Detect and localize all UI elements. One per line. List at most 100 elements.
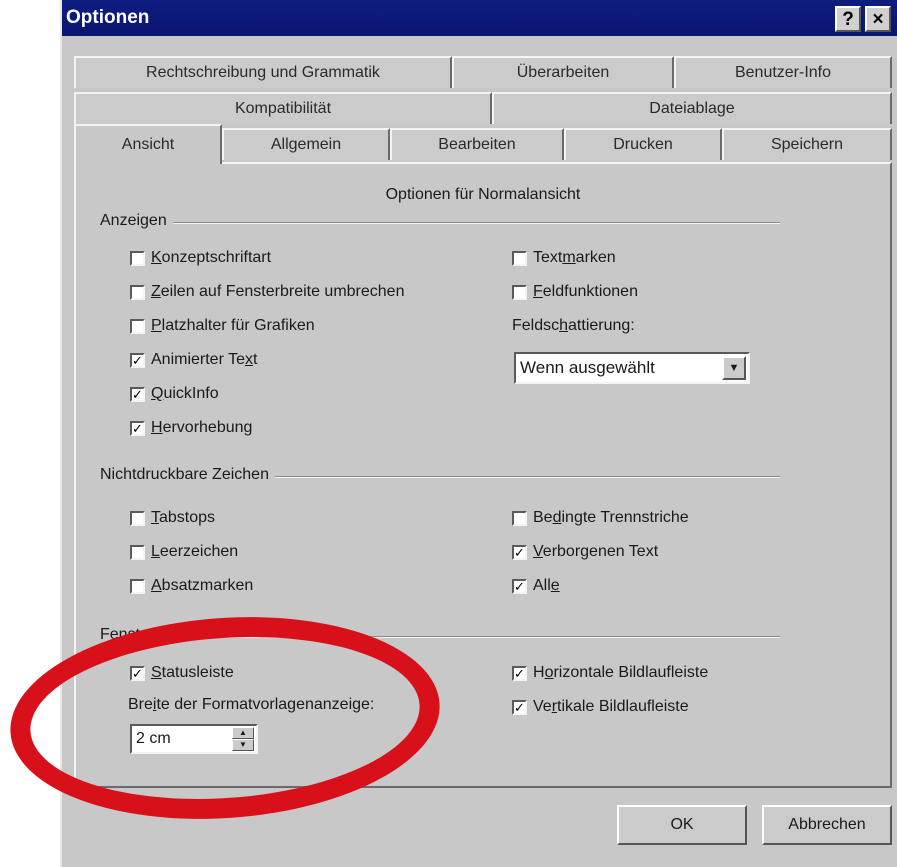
checkbox-textmarken[interactable]: Textmarken	[512, 249, 616, 267]
help-icon: ?	[842, 8, 854, 30]
tab-label: Kompatibilität	[234, 100, 332, 117]
tab-label: Speichern	[770, 136, 844, 153]
label-text: arken	[575, 249, 616, 266]
checkbox-animierter-text[interactable]: ✓ Animierter Text	[130, 351, 257, 369]
checkbox-box[interactable]: ✓	[512, 578, 527, 594]
label-text: tikale Bildlaufleiste	[557, 698, 689, 715]
checkbox-label: Vertikale Bildlaufleiste	[533, 698, 689, 716]
label-text: bsatzmarken	[161, 577, 254, 594]
checkbox-box[interactable]: ✓	[130, 352, 145, 368]
checkbox-vertikale-bildlaufleiste[interactable]: ✓ Vertikale Bildlaufleiste	[512, 698, 689, 716]
label-text: eldfunktionen	[542, 283, 638, 300]
group-label-fenster: Fenster	[100, 626, 161, 644]
checkbox-box[interactable]: ✓	[130, 665, 145, 681]
options-dialog: Optionen ? × Rechtschreibung und Grammat…	[60, 0, 897, 867]
checkbox-label: Bedingte Trennstriche	[533, 509, 689, 527]
close-button[interactable]: ×	[865, 6, 891, 32]
checkbox-label: Tabstops	[151, 509, 215, 527]
checkbox-zeilen-umbrechen[interactable]: Zeilen auf Fensterbreite umbrechen	[130, 283, 404, 301]
checkbox-hervorhebung[interactable]: ✓ Hervorhebung	[130, 419, 252, 437]
checkbox-label: Absatzmarken	[151, 577, 253, 595]
checkbox-konzeptschriftart[interactable]: Konzeptschriftart	[130, 249, 271, 267]
label-text: Text	[533, 249, 563, 266]
checkbox-box[interactable]	[130, 318, 145, 334]
checkbox-box[interactable]: ✓	[130, 420, 145, 436]
checkbox-horizontale-bildlaufleiste[interactable]: ✓ Horizontale Bildlaufleiste	[512, 664, 708, 682]
label-text: eerzeichen	[159, 543, 239, 560]
label-text: onzeptschriftart	[161, 249, 272, 266]
checkbox-box[interactable]	[130, 250, 145, 266]
tab-label: Drucken	[613, 136, 673, 153]
checkbox-label: Verborgenen Text	[533, 543, 658, 561]
label-text: rizontale Bildlaufleiste	[553, 664, 709, 681]
cancel-button[interactable]: Abbrechen	[762, 805, 892, 845]
checkbox-box[interactable]: ✓	[512, 699, 527, 715]
checkbox-box[interactable]	[130, 284, 145, 300]
tab-bearbeiten[interactable]: Bearbeiten	[390, 128, 564, 160]
label-accelerator: P	[151, 317, 162, 334]
checkbox-box[interactable]	[130, 544, 145, 560]
checkbox-box[interactable]: ✓	[512, 665, 527, 681]
checkbox-box[interactable]	[130, 578, 145, 594]
formatvorlagen-width-spinner[interactable]: 2 cm ▲ ▼	[130, 724, 258, 754]
checkbox-box[interactable]: ✓	[512, 544, 527, 560]
checkbox-box[interactable]	[512, 510, 527, 526]
title-bar: Optionen ? ×	[62, 0, 897, 36]
label-text: ervorhebung	[162, 419, 253, 436]
checkbox-box[interactable]	[512, 250, 527, 266]
checkbox-bedingte-trennstriche[interactable]: Bedingte Trennstriche	[512, 509, 689, 527]
label-text: latzhalter für Grafiken	[161, 317, 315, 334]
label-text: Be	[533, 509, 553, 526]
checkbox-platzhalter[interactable]: Platzhalter für Grafiken	[130, 317, 315, 335]
label-text: Feldsc	[512, 317, 560, 334]
tab-ansicht[interactable]: Ansicht	[74, 124, 222, 164]
label-accelerator: L	[151, 543, 160, 560]
help-button[interactable]: ?	[835, 6, 861, 32]
checkbox-quickinfo[interactable]: ✓ QuickInfo	[130, 385, 219, 403]
tab-ueberarbeiten[interactable]: Überarbeiten	[452, 56, 674, 88]
tab-kompatibilitaet[interactable]: Kompatibilität	[74, 92, 492, 124]
tab-benutzer-info[interactable]: Benutzer-Info	[674, 56, 892, 88]
tab-allgemein[interactable]: Allgemein	[222, 128, 390, 160]
tab-drucken[interactable]: Drucken	[564, 128, 722, 160]
checkbox-label: Hervorhebung	[151, 419, 252, 437]
checkbox-label: QuickInfo	[151, 385, 219, 403]
checkbox-label: Platzhalter für Grafiken	[151, 317, 315, 335]
spin-up-icon[interactable]: ▲	[232, 727, 254, 739]
label-accelerator: Q	[151, 385, 164, 402]
checkbox-leerzeichen[interactable]: Leerzeichen	[130, 543, 238, 561]
label-text: ingte Trennstriche	[561, 509, 689, 526]
checkbox-box[interactable]	[512, 284, 527, 300]
chevron-down-icon[interactable]: ▼	[722, 356, 746, 380]
tab-label: Bearbeiten	[438, 136, 516, 153]
group-label-nichtdruckbare: Nichtdruckbare Zeichen	[100, 466, 275, 484]
checkbox-label: Horizontale Bildlaufleiste	[533, 664, 708, 682]
spin-down-icon[interactable]: ▼	[232, 739, 254, 751]
feldschattierung-select[interactable]: Wenn ausgewählt ▼	[514, 352, 750, 384]
ok-button[interactable]: OK	[617, 805, 747, 845]
label-accelerator: x	[244, 351, 253, 368]
label-text: All	[533, 577, 551, 594]
checkbox-box[interactable]	[130, 510, 145, 526]
label-text: te der Formatvorlagenanzeige:	[156, 696, 375, 713]
label-accelerator: Z	[151, 283, 161, 300]
checkbox-feldfunktionen[interactable]: Feldfunktionen	[512, 283, 638, 301]
group-divider	[100, 222, 780, 224]
tab-label: Allgemein	[270, 136, 342, 153]
spinner-buttons: ▲ ▼	[232, 727, 254, 751]
select-value: Wenn ausgewählt	[520, 358, 655, 377]
checkbox-tabstops[interactable]: Tabstops	[130, 509, 215, 527]
formatvorlagen-width-label: Breite der Formatvorlagenanzeige:	[128, 696, 374, 714]
checkbox-label: Konzeptschriftart	[151, 249, 271, 267]
tab-rechtschreibung[interactable]: Rechtschreibung und Grammatik	[74, 56, 452, 88]
label-text: attierung:	[568, 317, 635, 334]
tab-speichern[interactable]: Speichern	[722, 128, 892, 160]
checkbox-alle[interactable]: ✓ Alle	[512, 577, 560, 595]
label-accelerator: H	[151, 419, 163, 436]
checkbox-statusleiste[interactable]: ✓ Statusleiste	[130, 664, 234, 682]
checkbox-absatzmarken[interactable]: Absatzmarken	[130, 577, 253, 595]
tab-dateiablage[interactable]: Dateiablage	[492, 92, 892, 124]
checkbox-verborgenen-text[interactable]: ✓ Verborgenen Text	[512, 543, 658, 561]
label-text: Ve	[533, 698, 552, 715]
checkbox-box[interactable]: ✓	[130, 386, 145, 402]
